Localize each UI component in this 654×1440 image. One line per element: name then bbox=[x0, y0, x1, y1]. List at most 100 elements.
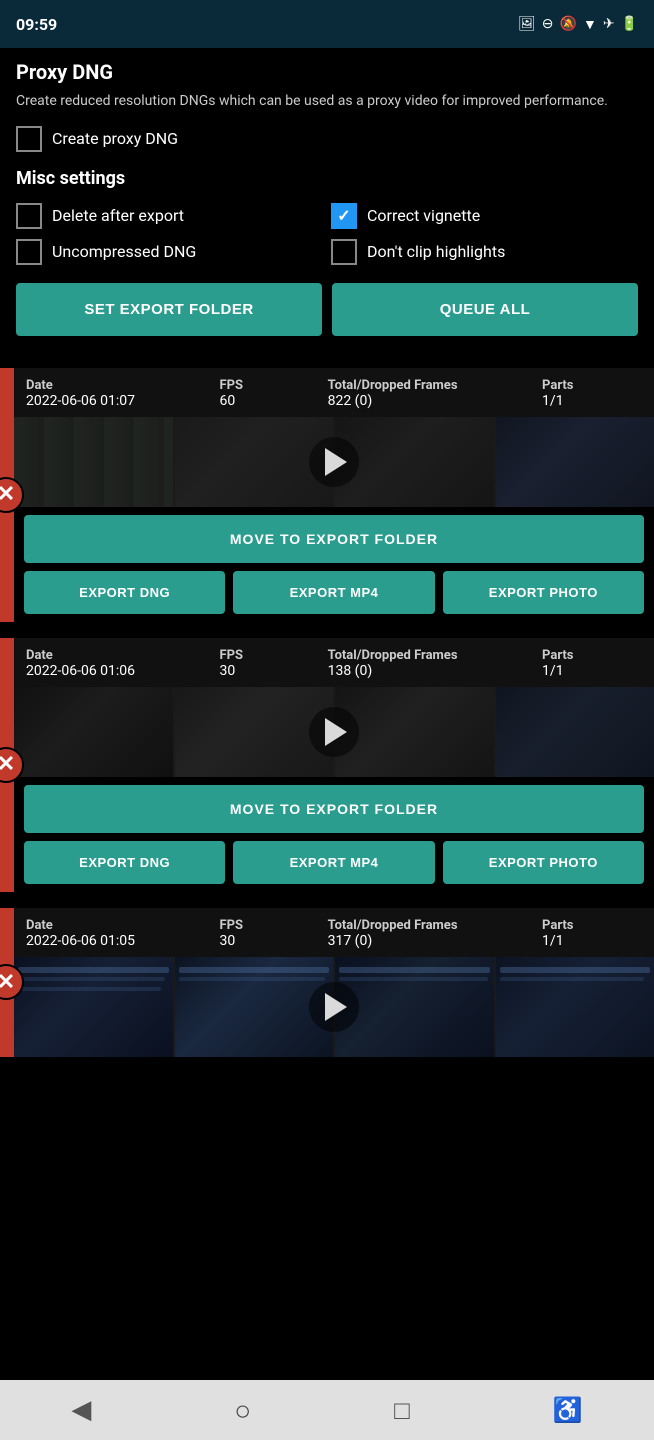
bell-icon: 🔕 bbox=[560, 16, 577, 32]
main-action-buttons: SET EXPORT FOLDER QUEUE ALL bbox=[16, 283, 638, 336]
parts-header-2: Parts bbox=[542, 648, 642, 663]
parts-header-3: Parts bbox=[542, 918, 642, 933]
correct-vignette-checkbox[interactable] bbox=[331, 203, 357, 229]
recording-entry-1: ✕ Date 2022-06-06 01:07 FPS 60 Total/Dro… bbox=[0, 368, 654, 622]
misc-settings-grid: Delete after export Correct vignette Unc… bbox=[16, 203, 638, 265]
rec1-actions: MOVE TO EXPORT FOLDER EXPORT DNG EXPORT … bbox=[14, 507, 654, 622]
set-export-folder-button[interactable]: SET EXPORT FOLDER bbox=[16, 283, 322, 336]
rec2-parts-col: Parts 1/1 bbox=[542, 648, 642, 679]
misc-item-uncompressed[interactable]: Uncompressed DNG bbox=[16, 239, 323, 265]
rec3-parts: 1/1 bbox=[542, 933, 642, 949]
thumb-3-4 bbox=[496, 957, 654, 1057]
rec1-parts: 1/1 bbox=[542, 393, 642, 409]
play-triangle-3 bbox=[325, 993, 347, 1021]
uncompressed-dng-label: Uncompressed DNG bbox=[52, 242, 196, 261]
rec1-export-dng[interactable]: EXPORT DNG bbox=[24, 571, 225, 614]
thumb-2-4 bbox=[496, 687, 654, 777]
page-title: Proxy DNG bbox=[16, 60, 638, 84]
rec1-export-row: EXPORT DNG EXPORT MP4 EXPORT PHOTO bbox=[24, 571, 644, 614]
misc-item-clip[interactable]: Don't clip highlights bbox=[331, 239, 638, 265]
page-description: Create reduced resolution DNGs which can… bbox=[16, 92, 638, 112]
rec2-export-photo[interactable]: EXPORT PHOTO bbox=[443, 841, 644, 884]
rec2-export-dng[interactable]: EXPORT DNG bbox=[24, 841, 225, 884]
rec1-frames: 822 (0) bbox=[328, 393, 526, 409]
rec1-parts-col: Parts 1/1 bbox=[542, 378, 642, 409]
thumb-2-1 bbox=[14, 687, 173, 777]
delete-after-checkbox[interactable] bbox=[16, 203, 42, 229]
wifi-icon: ▼ bbox=[583, 16, 597, 33]
delete-after-label: Delete after export bbox=[52, 206, 184, 225]
signal-icon: ⊖ bbox=[542, 16, 554, 32]
home-button[interactable]: ○ bbox=[234, 1394, 251, 1427]
rec1-export-mp4[interactable]: EXPORT MP4 bbox=[233, 571, 434, 614]
main-content: Proxy DNG Create reduced resolution DNGs… bbox=[0, 48, 654, 368]
frames-header-2: Total/Dropped Frames bbox=[328, 648, 526, 663]
recording-header-2: Date 2022-06-06 01:06 FPS 30 Total/Dropp… bbox=[14, 638, 654, 687]
frames-header: Total/Dropped Frames bbox=[328, 378, 526, 393]
recording-header-1: Date 2022-06-06 01:07 FPS 60 Total/Dropp… bbox=[14, 368, 654, 417]
airplane-icon: ✈ bbox=[603, 16, 615, 32]
rec3-play-button[interactable] bbox=[309, 982, 359, 1032]
uncompressed-dng-checkbox[interactable] bbox=[16, 239, 42, 265]
misc-item-delete[interactable]: Delete after export bbox=[16, 203, 323, 229]
back-button[interactable]: ◀ bbox=[71, 1395, 91, 1425]
proxy-dng-row[interactable]: Create proxy DNG bbox=[16, 126, 638, 152]
play-triangle-1 bbox=[325, 448, 347, 476]
thumb-1-4 bbox=[496, 417, 654, 507]
fps-header-2: FPS bbox=[220, 648, 312, 663]
rec1-fps: 60 bbox=[220, 393, 312, 409]
rec2-date: 2022-06-06 01:06 bbox=[26, 663, 204, 679]
image-icon: 🖼 bbox=[518, 16, 536, 32]
status-icons: 🖼 ⊖ 🔕 ▼ ✈ 🔋 bbox=[518, 16, 638, 33]
thumb-3-1 bbox=[14, 957, 173, 1057]
bottom-nav: ◀ ○ □ ♿ bbox=[0, 1380, 654, 1440]
rec2-export-row: EXPORT DNG EXPORT MP4 EXPORT PHOTO bbox=[24, 841, 644, 884]
queue-all-button[interactable]: QUEUE ALL bbox=[332, 283, 638, 336]
rec1-move-button[interactable]: MOVE TO EXPORT FOLDER bbox=[24, 515, 644, 563]
correct-vignette-label: Correct vignette bbox=[367, 206, 480, 225]
accessibility-button[interactable]: ♿ bbox=[553, 1396, 583, 1424]
rec1-play-button[interactable] bbox=[309, 437, 359, 487]
rec3-thumbnail-strip[interactable] bbox=[14, 957, 654, 1057]
rec2-export-mp4[interactable]: EXPORT MP4 bbox=[233, 841, 434, 884]
rec1-thumbnail-strip[interactable] bbox=[14, 417, 654, 507]
date-header-2: Date bbox=[26, 648, 204, 663]
dont-clip-label: Don't clip highlights bbox=[367, 242, 505, 261]
status-time: 09:59 bbox=[16, 15, 57, 34]
frames-header-3: Total/Dropped Frames bbox=[328, 918, 526, 933]
rec3-fps-col: FPS 30 bbox=[220, 918, 312, 949]
date-header: Date bbox=[26, 378, 204, 393]
rec2-move-button[interactable]: MOVE TO EXPORT FOLDER bbox=[24, 785, 644, 833]
rec3-frames: 317 (0) bbox=[328, 933, 526, 949]
rec2-parts: 1/1 bbox=[542, 663, 642, 679]
rec2-frames: 138 (0) bbox=[328, 663, 526, 679]
date-header-3: Date bbox=[26, 918, 204, 933]
rec2-date-col: Date 2022-06-06 01:06 bbox=[26, 648, 204, 679]
rec2-frames-col: Total/Dropped Frames 138 (0) bbox=[328, 648, 526, 679]
play-triangle-2 bbox=[325, 718, 347, 746]
thumb-1-1 bbox=[14, 417, 173, 507]
rec3-parts-col: Parts 1/1 bbox=[542, 918, 642, 949]
status-bar: 09:59 🖼 ⊖ 🔕 ▼ ✈ 🔋 bbox=[0, 0, 654, 48]
rec1-date: 2022-06-06 01:07 bbox=[26, 393, 204, 409]
rec2-fps: 30 bbox=[220, 663, 312, 679]
rec3-frames-col: Total/Dropped Frames 317 (0) bbox=[328, 918, 526, 949]
recording-entry-2: ✕ Date 2022-06-06 01:06 FPS 30 Total/Dro… bbox=[0, 638, 654, 892]
recent-button[interactable]: □ bbox=[394, 1395, 410, 1426]
misc-item-vignette[interactable]: Correct vignette bbox=[331, 203, 638, 229]
rec1-export-photo[interactable]: EXPORT PHOTO bbox=[443, 571, 644, 614]
rec2-fps-col: FPS 30 bbox=[220, 648, 312, 679]
rec1-frames-col: Total/Dropped Frames 822 (0) bbox=[328, 378, 526, 409]
proxy-dng-label: Create proxy DNG bbox=[52, 129, 178, 148]
parts-header: Parts bbox=[542, 378, 642, 393]
battery-icon: 🔋 bbox=[621, 16, 638, 32]
rec3-fps: 30 bbox=[220, 933, 312, 949]
recording-header-3: Date 2022-06-06 01:05 FPS 30 Total/Dropp… bbox=[14, 908, 654, 957]
rec3-date: 2022-06-06 01:05 bbox=[26, 933, 204, 949]
rec2-thumbnail-strip[interactable] bbox=[14, 687, 654, 777]
misc-settings-title: Misc settings bbox=[16, 168, 638, 189]
rec2-actions: MOVE TO EXPORT FOLDER EXPORT DNG EXPORT … bbox=[14, 777, 654, 892]
dont-clip-checkbox[interactable] bbox=[331, 239, 357, 265]
rec2-play-button[interactable] bbox=[309, 707, 359, 757]
proxy-dng-checkbox[interactable] bbox=[16, 126, 42, 152]
